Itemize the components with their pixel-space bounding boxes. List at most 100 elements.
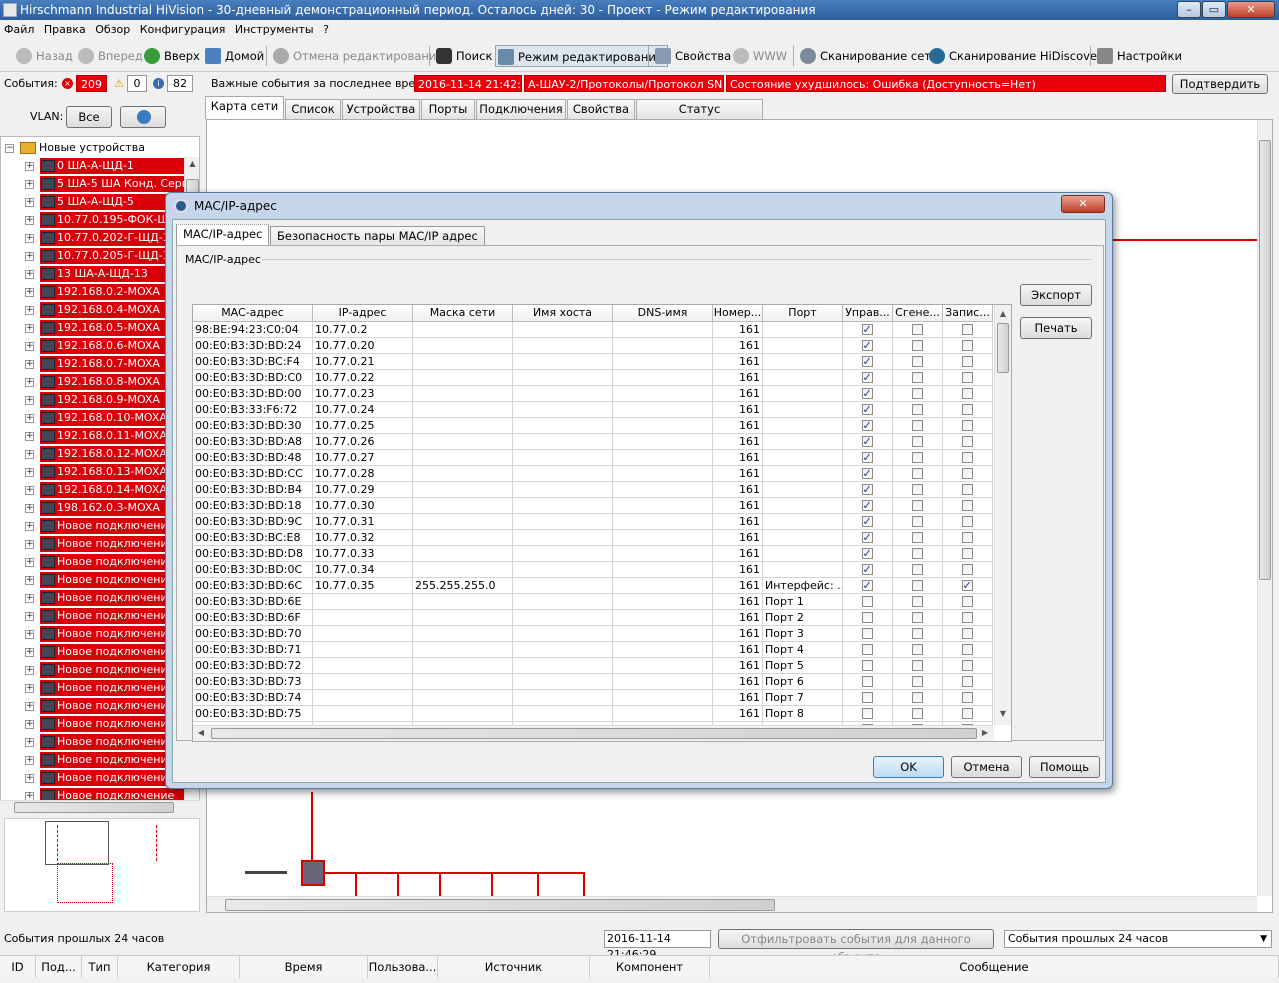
tree-item[interactable]: +192.168.0.8-MOXA	[1, 373, 191, 391]
filter-events-button[interactable]: Отфильтровать события для данного объект…	[718, 929, 994, 964]
col-user[interactable]: Пользова...	[368, 956, 438, 978]
tab-ports[interactable]: Порты	[421, 99, 475, 119]
checkbox-unchecked[interactable]	[961, 628, 973, 639]
col-category[interactable]: Категория	[118, 956, 240, 978]
checkbox-unchecked[interactable]	[911, 532, 923, 543]
expand-icon[interactable]: +	[25, 522, 34, 531]
menu-view[interactable]: Обзор	[95, 23, 130, 36]
expand-icon[interactable]: +	[25, 720, 34, 729]
checkbox-checked[interactable]: ✓	[861, 580, 873, 591]
checkbox-unchecked[interactable]	[911, 516, 923, 527]
checkbox-unchecked[interactable]	[911, 548, 923, 559]
checkbox-checked[interactable]: ✓	[861, 484, 873, 495]
checkbox-checked[interactable]: ✓	[861, 436, 873, 447]
table-row[interactable]: 00:E0:B3:3D:BC:F4 10.77.0.21 161 ✓	[193, 354, 993, 370]
table-row[interactable]: 00:E0:B3:3D:BD:48 10.77.0.27 161 ✓	[193, 450, 993, 466]
tree-item[interactable]: + Новое подключение	[1, 535, 191, 553]
checkbox-unchecked[interactable]	[961, 452, 973, 463]
checkbox-unchecked[interactable]	[961, 468, 973, 479]
table-row[interactable]: 00:E0:B3:3D:BD:75 161 Порт 8	[193, 706, 993, 722]
checkbox-unchecked[interactable]	[911, 404, 923, 415]
checkbox-checked[interactable]: ✓	[861, 340, 873, 351]
checkbox-checked[interactable]: ✓	[861, 564, 873, 575]
checkbox-unchecked[interactable]	[961, 340, 973, 351]
checkbox-unchecked[interactable]	[961, 500, 973, 511]
checkbox-checked[interactable]: ✓	[861, 324, 873, 335]
vlan-refresh-button[interactable]	[120, 106, 166, 128]
tree-item[interactable]: +192.168.0.10-MOXA	[1, 409, 191, 427]
undo-edit-button[interactable]: Отмена редактирования	[271, 45, 447, 67]
expand-icon[interactable]: +	[25, 234, 34, 243]
expand-icon[interactable]: +	[25, 468, 34, 477]
checkbox-checked[interactable]: ✓	[861, 516, 873, 527]
checkbox-unchecked[interactable]	[961, 420, 973, 431]
checkbox-unchecked[interactable]	[961, 676, 973, 687]
tab-devices[interactable]: Устройства	[342, 99, 420, 119]
checkbox-unchecked[interactable]	[861, 596, 873, 607]
checkbox-unchecked[interactable]	[861, 612, 873, 623]
menu-file[interactable]: Файл	[4, 23, 34, 36]
tree-root[interactable]: − Новые устройства	[1, 139, 191, 157]
table-row[interactable]: 00:E0:B3:3D:BC:E8 10.77.0.32 161 ✓	[193, 530, 993, 546]
table-row[interactable]: 00:E0:B3:3D:BD:74 161 Порт 7	[193, 690, 993, 706]
table-row[interactable]: 00:E0:B3:3D:BD:24 10.77.0.20 161 ✓	[193, 338, 993, 354]
export-button[interactable]: Экспорт	[1020, 284, 1092, 306]
checkbox-unchecked[interactable]	[911, 564, 923, 575]
recent-event-message[interactable]: Состояние ухудшилось: Ошибка (Доступност…	[726, 75, 1166, 92]
tree-item[interactable]: +192.168.0.13-MOXA	[1, 463, 191, 481]
tree-item[interactable]: +192.168.0.2-MOXA	[1, 283, 191, 301]
checkbox-unchecked[interactable]	[911, 500, 923, 511]
checkbox-checked[interactable]: ✓	[861, 532, 873, 543]
tab-mac-ip-security[interactable]: Безопасность пары MAC/IP адрес	[270, 226, 485, 245]
expand-icon[interactable]: +	[25, 594, 34, 603]
table-row[interactable]: 98:BE:94:23:C0:04 10.77.0.2 161 ✓	[193, 322, 993, 338]
back-button[interactable]: Назад	[14, 45, 77, 67]
checkbox-unchecked[interactable]	[911, 580, 923, 591]
checkbox-unchecked[interactable]	[961, 324, 973, 335]
tree-item[interactable]: + Новое подключение	[1, 733, 191, 751]
table-row[interactable]: 00:E0:B3:3D:BD:6F 161 Порт 2	[193, 610, 993, 626]
table-vscroll-thumb[interactable]	[997, 323, 1009, 373]
col-mask[interactable]: Маска сети	[413, 305, 513, 322]
table-row[interactable]: 00:E0:B3:3D:BD:CC 10.77.0.28 161 ✓	[193, 466, 993, 482]
checkbox-checked[interactable]: ✓	[861, 388, 873, 399]
checkbox-unchecked[interactable]	[961, 356, 973, 367]
table-row[interactable]: 00:E0:B3:3D:BD:C0 10.77.0.22 161 ✓	[193, 370, 993, 386]
scroll-left-icon[interactable]: ◀	[195, 726, 207, 740]
expand-icon[interactable]: +	[25, 450, 34, 459]
tree-item[interactable]: +10.77.0.202-Г-ЩД-3	[1, 229, 191, 247]
table-row[interactable]: 00:E0:B3:3D:BD:6E 161 Порт 1	[193, 594, 993, 610]
tree-item[interactable]: + Новое подключение	[1, 751, 191, 769]
checkbox-unchecked[interactable]	[861, 676, 873, 687]
tab-security-status[interactable]: Статус безопасности	[636, 99, 763, 135]
checkbox-unchecked[interactable]	[961, 708, 973, 719]
www-button[interactable]: WWW	[731, 45, 791, 67]
settings-button[interactable]: Настройки	[1095, 45, 1186, 67]
checkbox-checked[interactable]: ✓	[861, 356, 873, 367]
recent-event-time[interactable]: 2016-11-14 21:42:18	[414, 75, 522, 92]
search-button[interactable]: Поиск	[434, 45, 496, 67]
expand-icon[interactable]: +	[25, 162, 34, 171]
events-time-field[interactable]: 2016-11-14 21:46:29	[604, 930, 711, 961]
checkbox-unchecked[interactable]	[861, 708, 873, 719]
checkbox-unchecked[interactable]	[961, 484, 973, 495]
col-type[interactable]: Тип	[82, 956, 118, 978]
up-button[interactable]: Вверх	[142, 45, 204, 67]
menu-tools[interactable]: Инструменты	[235, 23, 314, 36]
tree-item[interactable]: +192.168.0.14-MOXA	[1, 481, 191, 499]
expand-icon[interactable]: +	[25, 342, 34, 351]
scroll-up-icon[interactable]: ▲	[995, 307, 1011, 321]
tree-item[interactable]: +198.162.0.3-MOXA	[1, 499, 191, 517]
expand-icon[interactable]: +	[25, 198, 34, 207]
checkbox-unchecked[interactable]	[911, 468, 923, 479]
vlan-select-button[interactable]: Все	[66, 106, 112, 128]
tree-item[interactable]: +192.168.0.12-MOXA	[1, 445, 191, 463]
expand-icon[interactable]: +	[25, 414, 34, 423]
dialog-close-button[interactable]: ✕	[1061, 195, 1105, 213]
tab-list[interactable]: Список	[285, 99, 341, 119]
checkbox-checked[interactable]: ✓	[861, 404, 873, 415]
tree-item[interactable]: + Новое подключение	[1, 607, 191, 625]
home-button[interactable]: Домой	[203, 45, 268, 67]
expand-icon[interactable]: +	[25, 702, 34, 711]
checkbox-unchecked[interactable]	[911, 644, 923, 655]
